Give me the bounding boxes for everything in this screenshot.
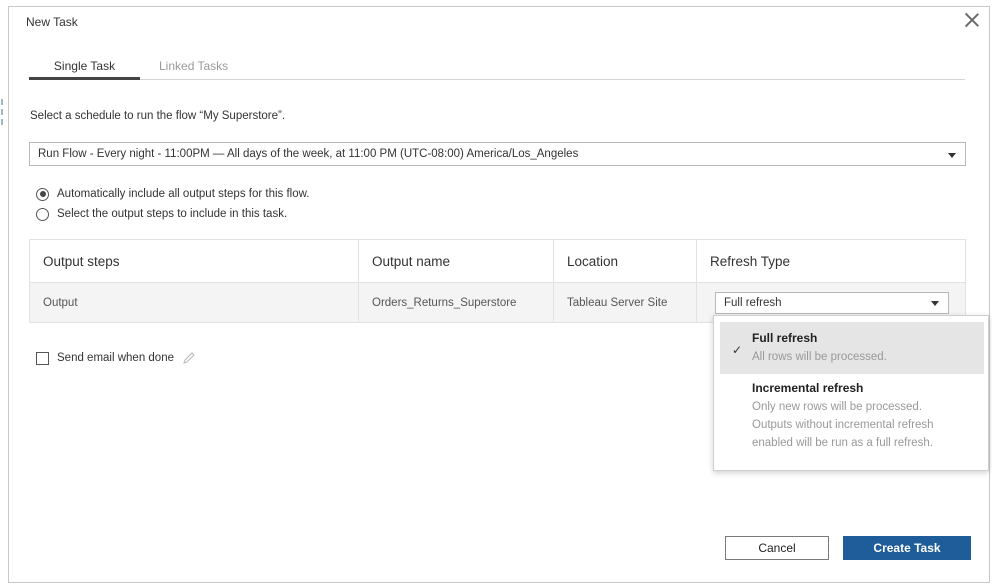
option-full-refresh-title: Full refresh bbox=[752, 331, 818, 345]
schedule-select[interactable]: Run Flow - Every night - 11:00PM — All d… bbox=[29, 142, 966, 166]
dialog-title: New Task bbox=[26, 15, 78, 29]
chevron-down-icon bbox=[948, 153, 956, 158]
refresh-type-dropdown-menu: ✓ Full refresh All rows will be processe… bbox=[713, 315, 989, 471]
option-incremental-desc-line-3: enabled will be run as a full refresh. bbox=[752, 437, 933, 449]
cancel-button[interactable]: Cancel bbox=[725, 536, 829, 560]
send-email-checkbox[interactable] bbox=[36, 351, 49, 365]
radio-auto-include-label: Automatically include all output steps f… bbox=[57, 188, 310, 200]
check-icon: ✓ bbox=[732, 343, 743, 357]
cell-output-step: Output bbox=[30, 283, 359, 322]
option-incremental-refresh-desc: Only new rows will be processed. Outputs… bbox=[752, 398, 934, 452]
schedule-select-value: Run Flow - Every night - 11:00PM — All d… bbox=[38, 148, 579, 160]
option-incremental-desc-line-1: Only new rows will be processed. bbox=[752, 401, 923, 413]
column-header-output-steps: Output steps bbox=[30, 240, 359, 282]
option-incremental-refresh-title: Incremental refresh bbox=[752, 381, 864, 395]
option-incremental-refresh[interactable]: Incremental refresh Only new rows will b… bbox=[714, 380, 988, 468]
column-header-refresh-type: Refresh Type bbox=[710, 253, 791, 269]
cell-output-name: Orders_Returns_Superstore bbox=[359, 283, 554, 322]
radio-button-checked[interactable] bbox=[36, 187, 49, 201]
radio-auto-include[interactable]: Automatically include all output steps f… bbox=[36, 186, 310, 202]
refresh-type-select[interactable]: Full refresh bbox=[715, 291, 949, 314]
send-email-option[interactable]: Send email when done bbox=[36, 351, 196, 365]
table-header: Output steps Output name Location Refres… bbox=[30, 240, 965, 283]
radio-select-steps[interactable]: Select the output steps to include in th… bbox=[36, 206, 287, 222]
send-email-label: Send email when done bbox=[57, 352, 174, 364]
close-icon[interactable] bbox=[962, 10, 982, 30]
tab-bar: Single Task Linked Tasks bbox=[29, 56, 965, 80]
radio-select-steps-label: Select the output steps to include in th… bbox=[57, 208, 288, 220]
chevron-down-icon bbox=[931, 300, 939, 306]
option-incremental-desc-line-2: Outputs without incremental refresh bbox=[752, 419, 934, 431]
refresh-type-select-value: Full refresh bbox=[724, 296, 782, 309]
pencil-icon[interactable] bbox=[182, 351, 196, 365]
column-header-location: Location bbox=[554, 240, 697, 282]
tab-single-task[interactable]: Single Task bbox=[29, 59, 140, 80]
schedule-instruction: Select a schedule to run the flow “My Su… bbox=[30, 110, 286, 122]
option-full-refresh[interactable]: ✓ Full refresh All rows will be processe… bbox=[720, 322, 984, 374]
create-task-button[interactable]: Create Task bbox=[843, 536, 971, 560]
cell-location: Tableau Server Site bbox=[554, 283, 697, 322]
column-header-output-name: Output name bbox=[359, 240, 554, 282]
radio-button-unchecked[interactable] bbox=[36, 207, 49, 221]
left-edge-marks bbox=[0, 95, 4, 135]
output-steps-table: Output steps Output name Location Refres… bbox=[29, 239, 966, 323]
option-full-refresh-desc: All rows will be processed. bbox=[752, 351, 887, 363]
tab-linked-tasks[interactable]: Linked Tasks bbox=[159, 59, 228, 73]
